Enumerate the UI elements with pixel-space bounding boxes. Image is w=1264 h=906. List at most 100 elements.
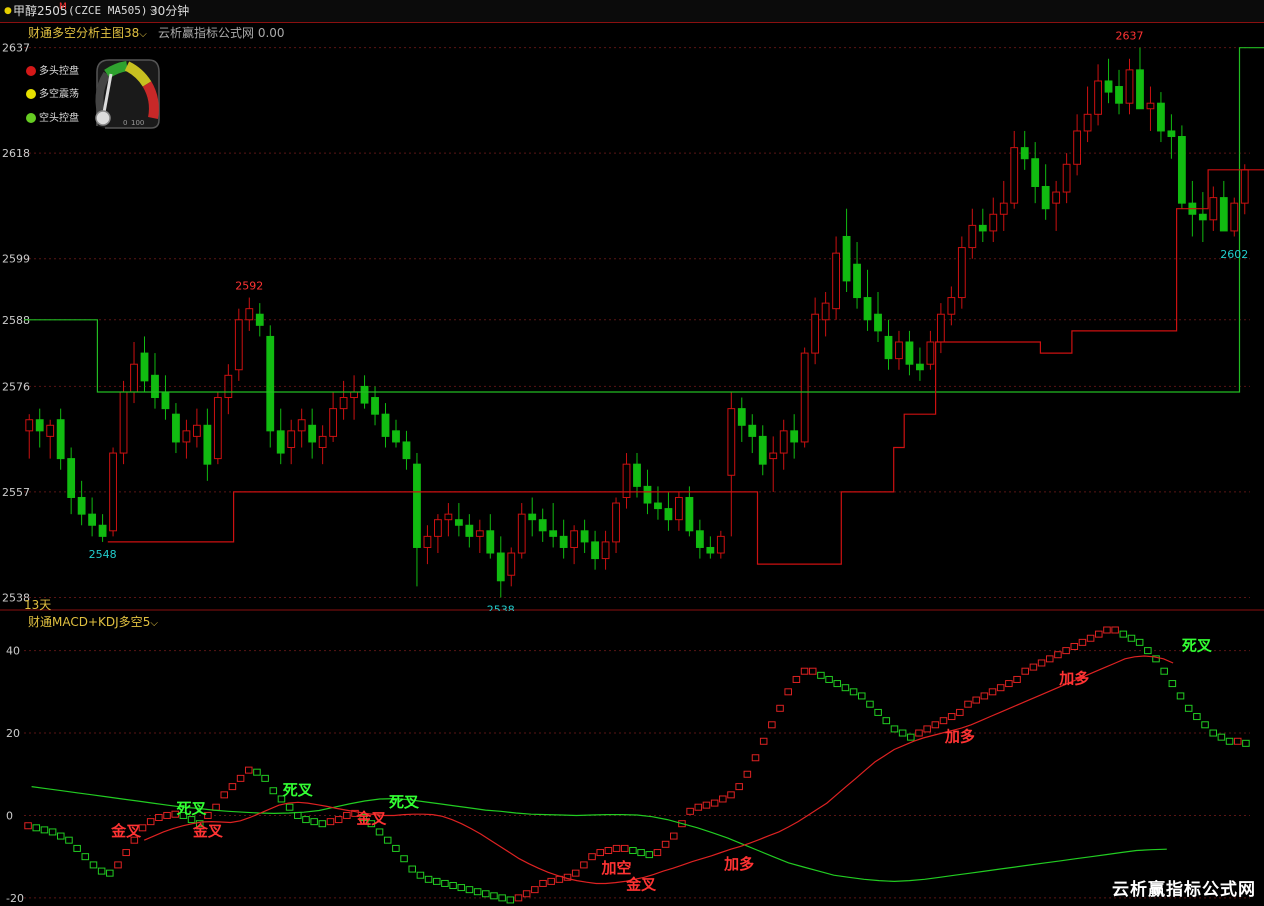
y-tick-label: 20 [6, 727, 20, 740]
kdj-bar [326, 818, 335, 826]
kdj-bar [645, 851, 654, 859]
kdj-bar [939, 717, 948, 725]
kdj-bar [857, 692, 866, 700]
kdj-bar [1062, 647, 1070, 655]
candle-body [1010, 147, 1019, 204]
gauge-min: 0 [123, 119, 127, 127]
kdj-bar [653, 849, 662, 857]
gauge-max: 100 [131, 119, 144, 127]
kdj-bar [155, 814, 163, 822]
legend-item-bull: 多头控盘 [26, 62, 79, 77]
sponsor-label: 云析赢指标公式网 0.00 [158, 24, 285, 41]
main-footer-label: 13天 [24, 598, 52, 612]
kdj-bar [334, 816, 343, 824]
kdj-bar [1037, 659, 1046, 667]
kdj-bar [694, 803, 703, 811]
signal-label: 金叉 [355, 810, 387, 828]
candle-body [863, 297, 872, 321]
candle-body [318, 435, 327, 449]
y-tick-label: 2576 [2, 380, 30, 393]
candle-body [926, 341, 935, 365]
kdj-bar [710, 799, 719, 807]
legend-label: 多空震荡 [39, 89, 79, 100]
kdj-bar [1029, 663, 1038, 671]
kdj-bar [768, 721, 776, 729]
kdj-bar [318, 820, 327, 828]
kdj-bar [841, 684, 850, 692]
kdj-bar [48, 828, 57, 836]
main-chart-panel[interactable]: 2637261825992588257625572538259225482538… [0, 23, 1264, 611]
kdj-bar [833, 680, 842, 688]
price-annotation: 2538 [487, 603, 515, 611]
kdj-bar [947, 713, 956, 721]
kdj-bar [751, 754, 760, 762]
candle-body [266, 335, 275, 432]
candle-body [161, 391, 170, 410]
kdj-bar [686, 807, 694, 815]
kdj-bar [596, 849, 604, 857]
candle-body [1198, 213, 1207, 221]
candle-body [234, 319, 243, 371]
candle-body [591, 541, 599, 560]
candle-body [916, 363, 924, 371]
kdj-bar [972, 696, 980, 704]
sub-indicator-selector[interactable]: 财通MACD+KDJ多空5⌵ [28, 613, 158, 630]
candle-body [675, 496, 683, 521]
candle-body [947, 297, 956, 315]
kdj-bar [620, 844, 629, 852]
y-tick-label: 2618 [2, 147, 30, 160]
kdj-bar [146, 818, 155, 826]
main-indicator-selector[interactable]: 财通多空分析主图38⌵ [28, 24, 147, 41]
candle-body [192, 424, 201, 437]
kdj-bar [244, 766, 253, 774]
kdj-bar [670, 832, 678, 840]
kdj-bar [629, 846, 637, 854]
kdj-bar [482, 890, 490, 898]
kdj-bar [73, 844, 81, 852]
kdj-bar [400, 855, 408, 863]
kdj-bar [980, 692, 989, 700]
legend-item-bear: 空头控盘 [26, 109, 79, 124]
candle-body [800, 352, 809, 443]
candle-body [213, 397, 222, 460]
kdj-bar [1184, 704, 1193, 712]
kdj-bar [506, 896, 515, 904]
candle-body [67, 458, 76, 498]
kdj-bar [441, 879, 449, 887]
kdj-bar [1054, 651, 1062, 659]
candle-body [706, 546, 715, 554]
signal-label: 加多 [723, 855, 754, 873]
candle-body [98, 524, 107, 537]
candle-body [486, 530, 495, 554]
candle-body [1209, 197, 1218, 221]
kdj-bar [612, 844, 621, 852]
candle-body [580, 530, 589, 543]
kdj-bar [236, 774, 245, 782]
candle-body [999, 202, 1008, 215]
kdj-bar [1119, 630, 1128, 638]
kdj-bar [294, 811, 302, 819]
kdj-bar [253, 768, 261, 776]
kdj-bar [735, 783, 743, 791]
plot-background [0, 23, 1264, 611]
kdj-bar [547, 877, 555, 885]
plot-background [0, 612, 1264, 906]
kdj-bar [473, 888, 482, 896]
kdj-bar [1225, 737, 1234, 745]
kdj-bar [416, 871, 425, 879]
candle-body [1104, 80, 1113, 93]
candle-body [716, 535, 725, 554]
candle-body [517, 513, 526, 554]
symbol-code: (CZCE MA505) [68, 4, 148, 17]
kdj-bar [661, 840, 670, 848]
candle-body [182, 430, 191, 443]
kdj-bar [269, 787, 278, 795]
kdj-bar [1086, 634, 1095, 642]
kdj-bar [808, 667, 817, 675]
candle-body [88, 513, 97, 526]
candle-body [151, 374, 159, 399]
kdj-bar [539, 879, 547, 887]
sub-indicator-panel[interactable]: 40200-20金叉死叉金叉死叉金叉死叉加空金叉加多加多加多死叉 [0, 612, 1264, 906]
sponsor-text: 云析赢指标公式网 [158, 26, 255, 40]
candle-body [601, 541, 610, 560]
